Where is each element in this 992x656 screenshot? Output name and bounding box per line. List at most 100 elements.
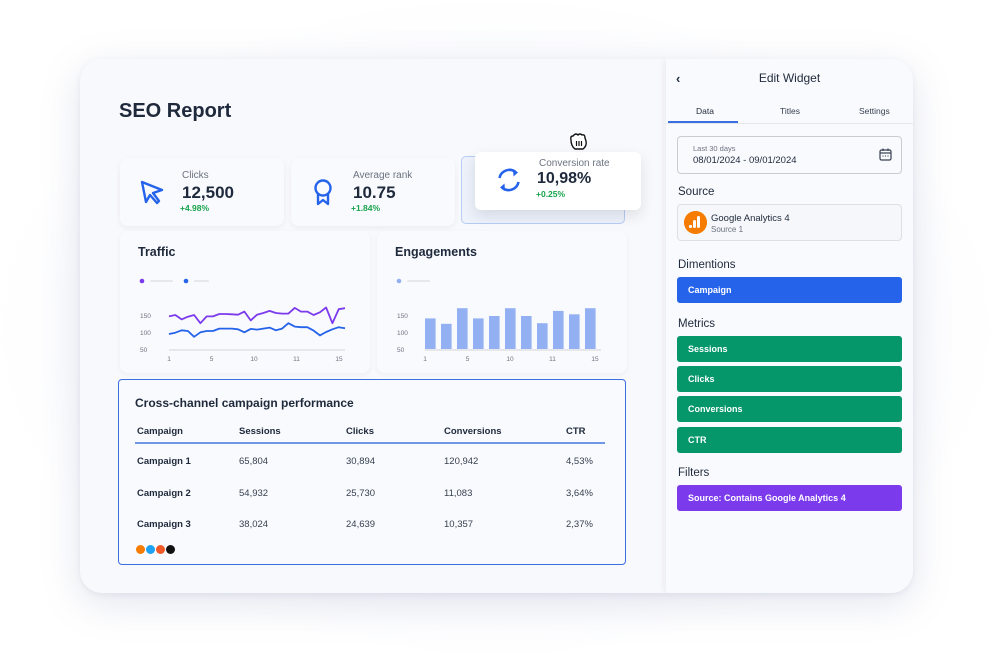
cell-conversions: 11,083 [444, 487, 473, 499]
source-subtitle: Source 1 [711, 225, 744, 234]
cell-campaign: Campaign 2 [137, 487, 191, 499]
engagement-bar [473, 318, 484, 349]
table-row: Campaign 1 65,804 30,894 120,942 4,53% [135, 444, 605, 476]
metric-chip-conversions[interactable]: Conversions [677, 396, 902, 422]
metric-chip-sessions[interactable]: Sessions [677, 336, 902, 362]
x-tick-label: 1 [423, 356, 427, 363]
data-source-icons [136, 545, 175, 554]
dashboard-window: SEO Report Clicks 12,500 +4.98% Average … [80, 59, 913, 593]
source-selector[interactable]: Google Analytics 4 Source 1 [677, 204, 902, 241]
metric-chip-clicks[interactable]: Clicks [677, 366, 902, 392]
engagements-chart-card[interactable]: Engagements 50 100 150 1 5 10 11 15 [377, 231, 627, 373]
cell-sessions: 38,024 [239, 519, 269, 530]
legend-label-placeholder [407, 280, 430, 282]
kpi-value: 10,98% [537, 170, 592, 187]
source-name: Google Analytics 4 [711, 213, 790, 224]
dimension-chip-campaign[interactable]: Campaign [677, 277, 902, 303]
back-chevron-icon[interactable]: ‹ [676, 71, 680, 86]
kpi-change: +4.98% [180, 203, 210, 213]
cell-ctr: 3,64% [566, 487, 593, 499]
engagement-bar [521, 316, 532, 349]
engagement-bar [489, 316, 500, 349]
calendar-icon[interactable] [879, 148, 892, 161]
x-tick-label: 10 [506, 356, 514, 363]
cell-clicks: 25,730 [346, 487, 376, 499]
campaign-performance-table-card[interactable]: Cross-channel campaign performance Campa… [118, 379, 626, 565]
date-range-value: 08/01/2024 - 09/01/2024 [693, 155, 797, 166]
dimensions-heading: Dimentions [678, 259, 736, 271]
engagement-bar [553, 310, 564, 349]
grab-hand-cursor-icon [570, 133, 587, 150]
refresh-cycle-icon [498, 168, 520, 192]
column-header-ctr[interactable]: CTR [566, 426, 586, 437]
kpi-change: +0.25% [536, 189, 566, 199]
cell-ctr: 2,37% [566, 519, 593, 530]
x-tick-label: 1 [167, 356, 171, 363]
engagement-bar [441, 323, 452, 349]
kpi-value: 10.75 [353, 183, 396, 202]
legend-marker [183, 278, 189, 284]
table-header-row: Campaign Sessions Clicks Conversions CTR [135, 420, 605, 444]
camera-source-icon [156, 545, 165, 554]
legend-marker [139, 278, 145, 284]
cell-conversions: 120,942 [444, 456, 479, 467]
cell-conversions: 10,357 [444, 519, 474, 530]
kpi-card-clicks[interactable]: Clicks 12,500 +4.98% [120, 158, 284, 226]
kpi-label: Clicks [182, 170, 209, 181]
cell-sessions: 65,804 [239, 456, 269, 467]
traffic-line-chart: 501001501 5 10 11 15 [139, 278, 346, 363]
cell-campaign: Campaign 3 [137, 519, 191, 530]
x-tick-label: 11 [293, 356, 300, 363]
y-tick-label: 50 [140, 347, 148, 354]
tab-settings[interactable]: Settings [859, 106, 890, 116]
panel-tabs: Data Titles Settings [666, 99, 913, 124]
filter-chip-source[interactable]: Source: Contains Google Analytics 4 [677, 485, 902, 511]
trend-source-icon [166, 545, 175, 554]
legend-label-placeholder [194, 280, 209, 282]
kpi-label: Average rank [353, 170, 413, 181]
column-header-clicks[interactable]: Clicks [346, 426, 374, 437]
engagement-bar [425, 318, 436, 349]
date-range-picker[interactable]: Last 30 days 08/01/2024 - 09/01/2024 [677, 136, 902, 174]
x-tick-label: 11 [549, 356, 556, 363]
kpi-card-average-rank[interactable]: Average rank 10.75 +1.84% [291, 158, 455, 226]
kpi-label: Conversion rate [539, 158, 610, 169]
cell-sessions: 54,932 [239, 487, 269, 499]
cursor-arrow-icon [140, 180, 164, 205]
cell-campaign: Campaign 1 [137, 456, 191, 467]
engagement-bar [585, 308, 596, 349]
kpi-value: 12,500 [182, 183, 234, 202]
page-title: SEO Report [119, 100, 232, 122]
edit-widget-panel: Edit Widget ‹ Data Titles Settings Last … [666, 59, 913, 593]
column-header-sessions[interactable]: Sessions [239, 426, 281, 437]
filters-heading: Filters [678, 467, 710, 479]
tab-titles[interactable]: Titles [780, 106, 800, 116]
kpi-card-conversion-rate[interactable]: Conversion rate 10,98% +0.25% [475, 152, 641, 210]
cell-clicks: 30,894 [346, 456, 376, 467]
campaign-table: Campaign Sessions Clicks Conversions CTR… [135, 420, 605, 539]
column-header-campaign[interactable]: Campaign [137, 426, 183, 437]
column-header-conversions[interactable]: Conversions [444, 426, 502, 437]
metrics-heading: Metrics [678, 318, 716, 330]
table-row: Campaign 3 38,024 24,639 10,357 2,37% [135, 507, 605, 539]
x-tick-label: 15 [335, 356, 343, 363]
cell-clicks: 24,639 [346, 519, 376, 530]
y-tick-label: 50 [397, 347, 405, 354]
kpi-change: +1.84% [351, 203, 381, 213]
google-analytics-logo-icon [684, 211, 707, 234]
source-heading: Source [678, 186, 715, 198]
cell-ctr: 4,53% [566, 456, 593, 467]
panel-title: Edit Widget [758, 71, 821, 85]
x-tick-label: 10 [250, 356, 258, 363]
metric-chip-ctr[interactable]: CTR [677, 427, 902, 453]
date-range-label: Last 30 days [693, 144, 736, 153]
traffic-series-line [168, 306, 346, 325]
traffic-chart-card[interactable]: Traffic 50 100 150 1 5 10 11 15 [120, 231, 370, 373]
google-analytics-source-icon [136, 545, 145, 554]
y-tick-label: 150 [140, 313, 151, 320]
active-tab-indicator [668, 121, 738, 123]
x-tick-label: 5 [466, 356, 470, 363]
tab-data[interactable]: Data [696, 106, 714, 116]
engagement-bar [457, 308, 468, 349]
y-tick-label: 100 [140, 330, 151, 337]
